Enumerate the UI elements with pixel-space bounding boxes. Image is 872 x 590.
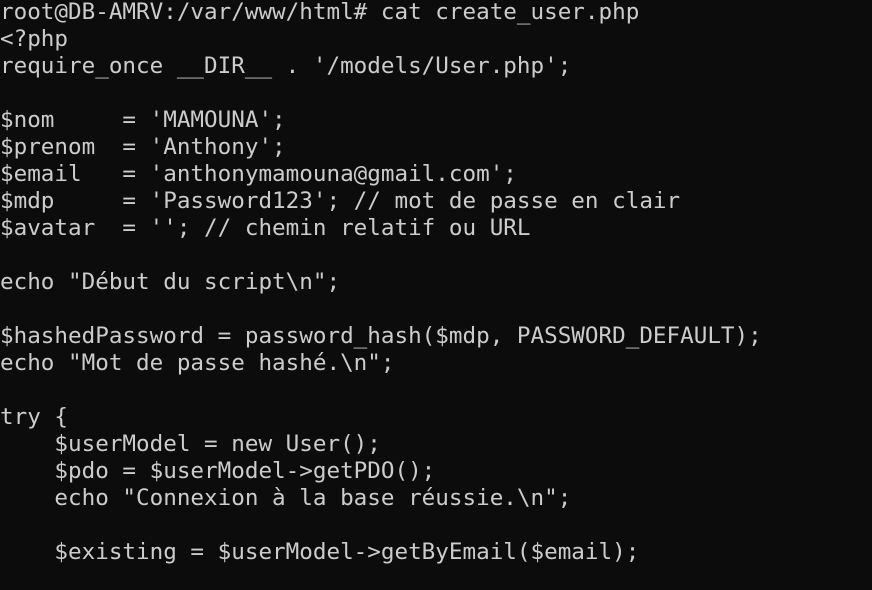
code-line: $email = 'anthonymamouna@gmail.com'; (0, 161, 517, 187)
terminal-window[interactable]: root@DB-AMRV:/var/www/html# cat create_u… (0, 0, 872, 590)
code-line: $pdo = $userModel->getPDO(); (0, 458, 436, 484)
code-line: require_once __DIR__ . '/models/User.php… (0, 53, 572, 79)
code-line: $existing = $userModel->getByEmail($emai… (0, 539, 640, 565)
code-line: $avatar = ''; // chemin relatif ou URL (0, 215, 531, 241)
code-line: echo "Début du script\n"; (0, 269, 341, 295)
code-line: $mdp = 'Password123'; // mot de passe en… (0, 188, 681, 214)
code-line: <?php (0, 26, 69, 52)
code-line: $userModel = new User(); (0, 431, 381, 457)
code-line: $hashedPassword = password_hash($mdp, PA… (0, 323, 762, 349)
code-line: try { (0, 404, 69, 430)
prompt-line: root@DB-AMRV:/var/www/html# cat create_u… (0, 0, 640, 25)
code-line: echo "Mot de passe hashé.\n"; (0, 350, 395, 376)
code-line: $nom = 'MAMOUNA'; (0, 107, 286, 133)
code-line: $prenom = 'Anthony'; (0, 134, 286, 160)
code-line: echo "Connexion à la base réussie.\n"; (0, 485, 572, 511)
